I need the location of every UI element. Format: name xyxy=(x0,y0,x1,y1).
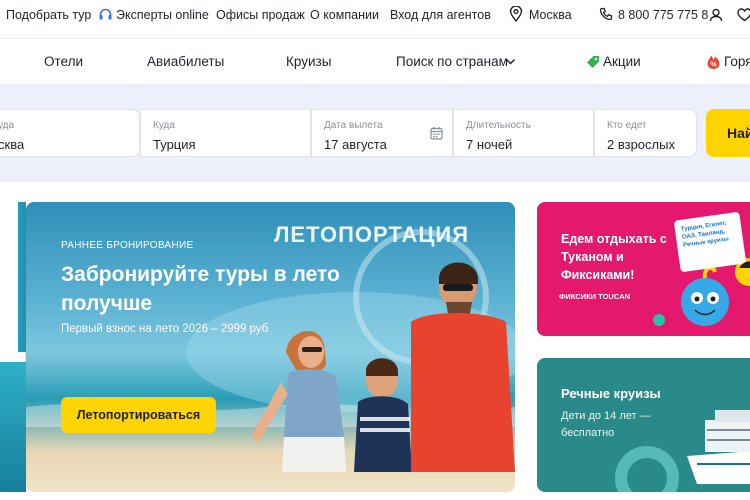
city-selector[interactable]: Москва xyxy=(529,8,572,22)
destinations-card-text: Турция, Египет, ОАЭ, Таиланд, Речные кру… xyxy=(680,220,730,249)
hero-kicker: РАННЕЕ БРОНИРОВАНИЕ xyxy=(61,240,194,251)
tag-icon xyxy=(587,56,599,68)
promo-fixiki-text: Едем отдыхать с Туканом и Фиксиками! xyxy=(561,232,667,282)
promo-fixiki-logos: ФИКСИКИ TOUCAN xyxy=(559,292,631,301)
phone-icon xyxy=(599,7,613,21)
duration-field[interactable]: Длительность 7 ночей xyxy=(453,109,594,157)
location-pin-icon xyxy=(509,6,523,22)
top-utility-bar: Подобрать тур Эксперты online Офисы прод… xyxy=(0,0,750,30)
about-link[interactable]: О компании xyxy=(310,8,379,22)
promo-banner-river-cruises[interactable]: Речные круизы Дети до 14 лет — бесплатно xyxy=(537,358,750,492)
duration-value: 7 ночей xyxy=(466,137,513,152)
svg-text:%: % xyxy=(710,62,717,69)
promo-banner-fixiki[interactable]: Турция, Египет, ОАЭ, Таиланд, Речные кру… xyxy=(537,202,750,336)
user-icon[interactable] xyxy=(709,8,723,22)
hero-banner[interactable]: РАННЕЕ БРОНИРОВАНИЕ ЛЕТОПОРТАЦИЯ Заброни… xyxy=(26,202,515,492)
hero-cta-button[interactable]: Летопортироваться xyxy=(61,397,216,433)
chevron-down-icon xyxy=(505,58,516,65)
departure-date-field[interactable]: Дата вылета 17 августа xyxy=(311,109,453,157)
calendar-icon xyxy=(430,127,443,140)
destination-value: Турция xyxy=(153,137,196,152)
destination-field[interactable]: Куда Турция xyxy=(140,109,311,157)
promo-cruises-title: Речные круизы xyxy=(561,386,661,401)
hero-brand-logo: ЛЕТОПОРТАЦИЯ xyxy=(274,222,470,247)
headset-icon xyxy=(99,8,112,20)
duration-label: Длительность xyxy=(466,120,531,131)
travelers-field[interactable]: Кто едет 2 взрослых xyxy=(594,109,697,157)
promo-cruises-subtitle: Дети до 14 лет — бесплатно xyxy=(561,410,651,439)
heart-icon[interactable] xyxy=(737,8,750,22)
nav-item-cruises[interactable]: Круизы xyxy=(286,54,331,69)
from-field[interactable]: уда сква xyxy=(0,109,140,157)
experts-online-link[interactable]: Эксперты online xyxy=(116,8,209,22)
find-tour-link[interactable]: Подобрать тур xyxy=(6,8,91,22)
hero-cta-label: Летопортироваться xyxy=(76,408,201,422)
hero-title: Забронируйте туры в лето получше xyxy=(61,263,340,315)
main-navigation: Отели Авиабилеты Круизы Поиск по странам… xyxy=(0,44,750,80)
nav-item-country-search[interactable]: Поиск по странам xyxy=(396,54,508,69)
nav-item-hot-tours[interactable]: Горя xyxy=(724,54,750,69)
travelers-value: 2 взрослых xyxy=(607,137,675,152)
sales-offices-link[interactable]: Офисы продаж xyxy=(216,8,305,22)
departure-date-value: 17 августа xyxy=(324,137,387,152)
previous-banner-image xyxy=(18,202,26,352)
hero-subtitle: Первый взнос на лето 2026 – 2999 руб xyxy=(61,323,269,335)
header-divider xyxy=(0,38,750,39)
from-value: сква xyxy=(0,137,25,152)
nav-item-hotels[interactable]: Отели xyxy=(44,54,83,69)
destinations-card: Турция, Египет, ОАЭ, Таиланд, Речные кру… xyxy=(673,211,747,273)
phone-number[interactable]: 8 800 775 775 8 xyxy=(618,8,708,22)
from-label: уда xyxy=(0,120,15,131)
search-button[interactable]: Най xyxy=(706,109,750,157)
fire-icon: % xyxy=(707,55,720,69)
agent-login-link[interactable]: Вход для агентов xyxy=(390,8,491,22)
search-button-label: Най xyxy=(727,125,750,141)
destination-label: Куда xyxy=(153,120,175,131)
travelers-label: Кто едет xyxy=(607,120,647,131)
previous-banner-sea xyxy=(0,362,26,492)
departure-date-label: Дата вылета xyxy=(324,120,383,131)
nav-item-flights[interactable]: Авиабилеты xyxy=(147,54,224,69)
nav-item-promos[interactable]: Акции xyxy=(603,54,641,69)
